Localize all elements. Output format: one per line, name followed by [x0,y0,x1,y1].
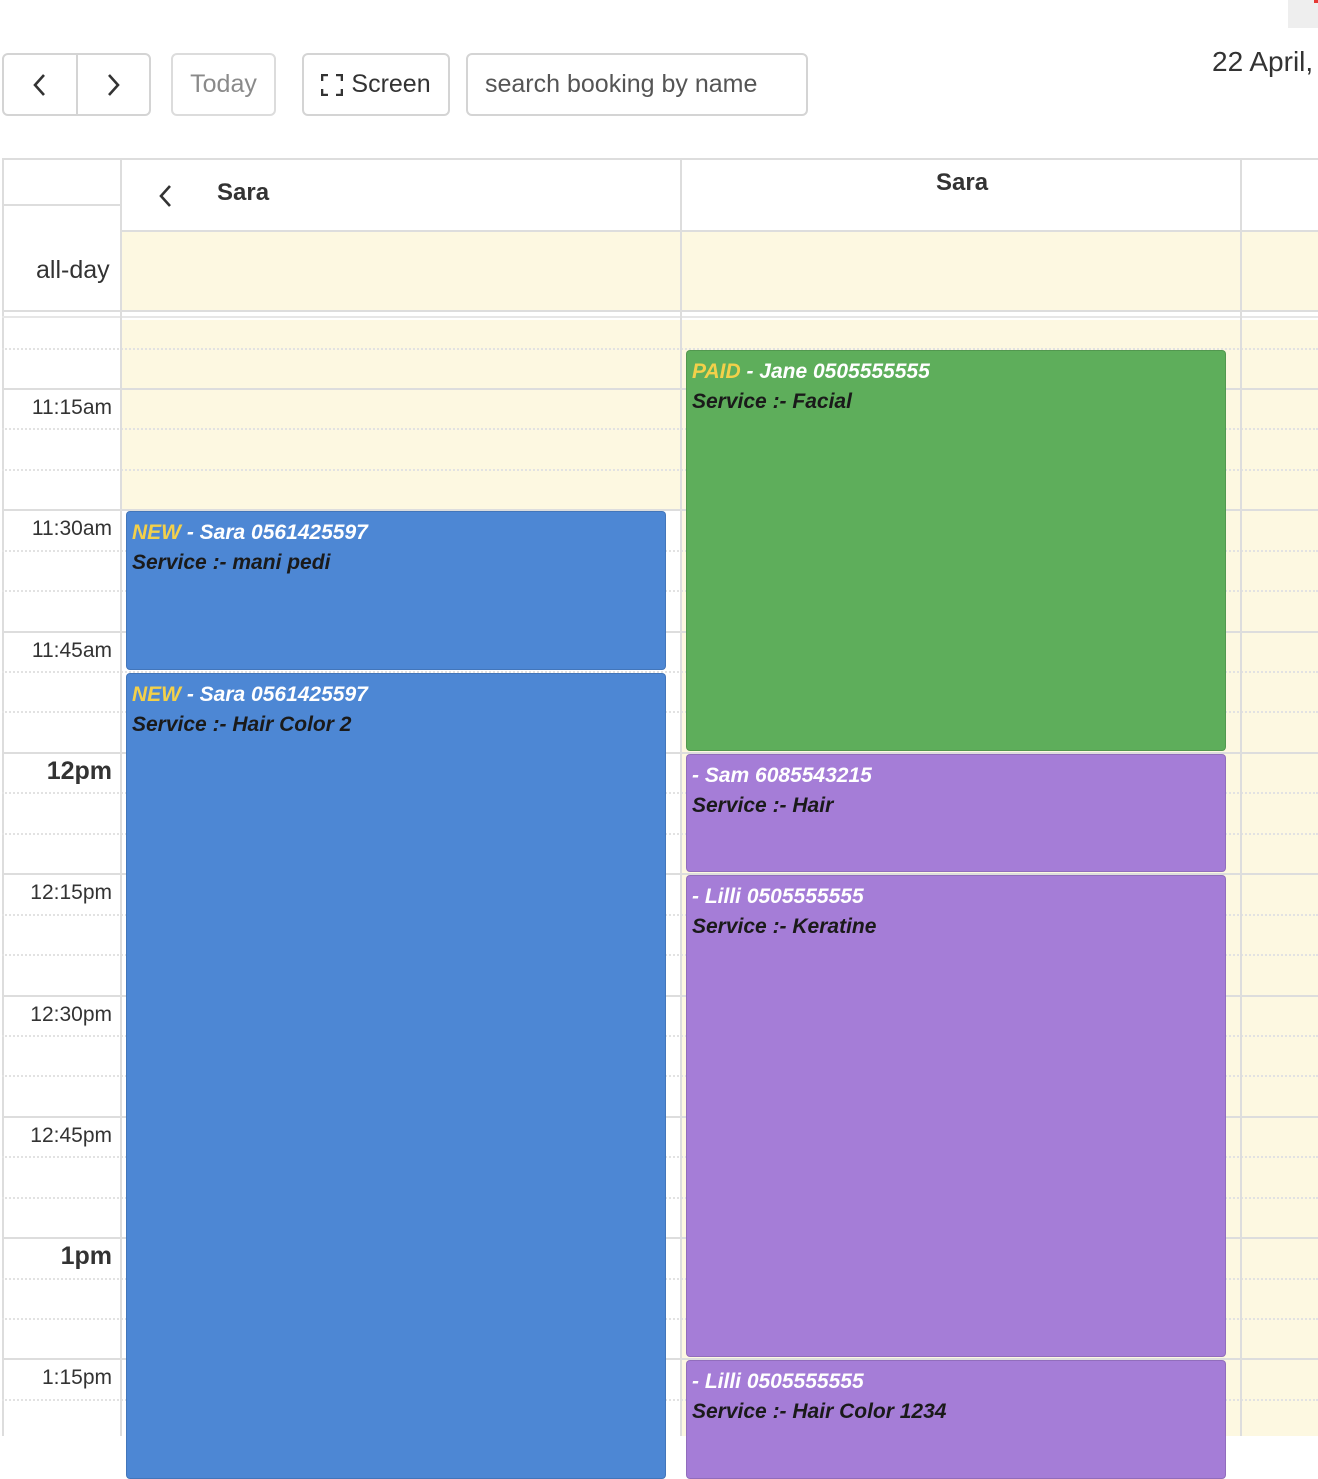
time-label: 11:30am [31,517,112,541]
fullscreen-button[interactable]: Screen [302,53,450,116]
event-title: - Sam 6085543215 [692,761,1220,791]
event-customer: - Jane 0505555555 [740,359,930,383]
event-service: Service :- Hair Color 1234 [692,1400,947,1424]
event-status: PAID [692,359,741,383]
today-button[interactable]: Today [171,53,276,116]
time-label: 11:45am [31,638,112,662]
event-service: Service :- mani pedi [132,551,331,575]
allday-divider-2 [2,316,1318,318]
prev-button[interactable] [4,55,76,114]
allday-cell-sara-1[interactable] [122,232,680,310]
booking-event[interactable]: NEW - Sara 0561425597 Service :- Hair Col… [126,673,666,1479]
booking-event[interactable]: - Lilli 0505555555 Service :- Keratine [686,875,1226,1358]
allday-divider [2,310,1318,312]
event-customer: - Lilli 0505555555 [692,885,864,909]
event-service: Service :- Hair [692,793,834,817]
booking-event[interactable]: PAID - Jane 0505555555 Service :- Facial [686,349,1226,751]
resource-header-sara-1: Sara [217,179,270,206]
event-title: PAID - Jane 0505555555 [692,357,1220,387]
event-customer: - Sara 0561425597 [181,521,368,545]
axis-divider [120,158,122,1436]
chevron-left-icon [159,185,171,207]
time-label: 12pm [46,756,112,785]
date-title: 22 April, [1212,46,1314,77]
event-customer: - Sam 6085543215 [692,763,872,787]
event-customer: - Sara 0561425597 [181,683,368,707]
allday-label: all-day [36,256,110,284]
time-label: 1:15pm [41,1366,112,1390]
time-label: 12:45pm [30,1123,112,1147]
booking-event[interactable]: - Sam 6085543215 Service :- Hair [686,753,1226,873]
event-title: NEW - Sara 0561425597 [132,518,660,548]
chevron-left-icon [33,73,45,96]
prev-next-group [2,53,151,116]
corner-indicator [1288,0,1318,28]
time-label: 1pm [60,1242,112,1271]
fullscreen-icon [321,73,344,96]
allday-cell-sara-2[interactable] [682,232,1240,310]
booking-event[interactable]: - Lilli 0505555555 Service :- Hair Color … [686,1360,1226,1479]
column-divider-2 [1240,158,1242,1436]
next-button[interactable] [75,55,150,114]
fullscreen-label: Screen [351,70,431,98]
time-label: 12:30pm [30,1002,112,1026]
resource-back-button[interactable] [157,182,175,215]
column-divider-1 [680,158,682,1436]
chevron-right-icon [108,73,120,96]
time-label: 11:15am [31,396,112,419]
allday-cell-extra[interactable] [1242,232,1318,310]
event-title: - Lilli 0505555555 [692,882,1220,912]
event-customer: - Lilli 0505555555 [692,1370,864,1394]
event-service: Service :- Hair Color 2 [132,713,352,737]
event-status: NEW [132,683,181,707]
timeslot-column-extra[interactable] [1242,320,1318,1436]
event-title: NEW - Sara 0561425597 [132,680,660,710]
booking-event[interactable]: NEW - Sara 0561425597 Service :- mani ped… [126,511,666,671]
axis-header-divider [2,204,120,206]
time-label: 12:15pm [30,881,112,905]
header-divider [122,230,1318,232]
event-service: Service :- Facial [692,389,852,413]
search-input[interactable] [466,53,808,116]
resource-header-sara-2: Sara [936,169,989,196]
event-service: Service :- Keratine [692,915,877,939]
event-title: - Lilli 0505555555 [692,1367,1220,1397]
event-status: NEW [132,521,181,545]
